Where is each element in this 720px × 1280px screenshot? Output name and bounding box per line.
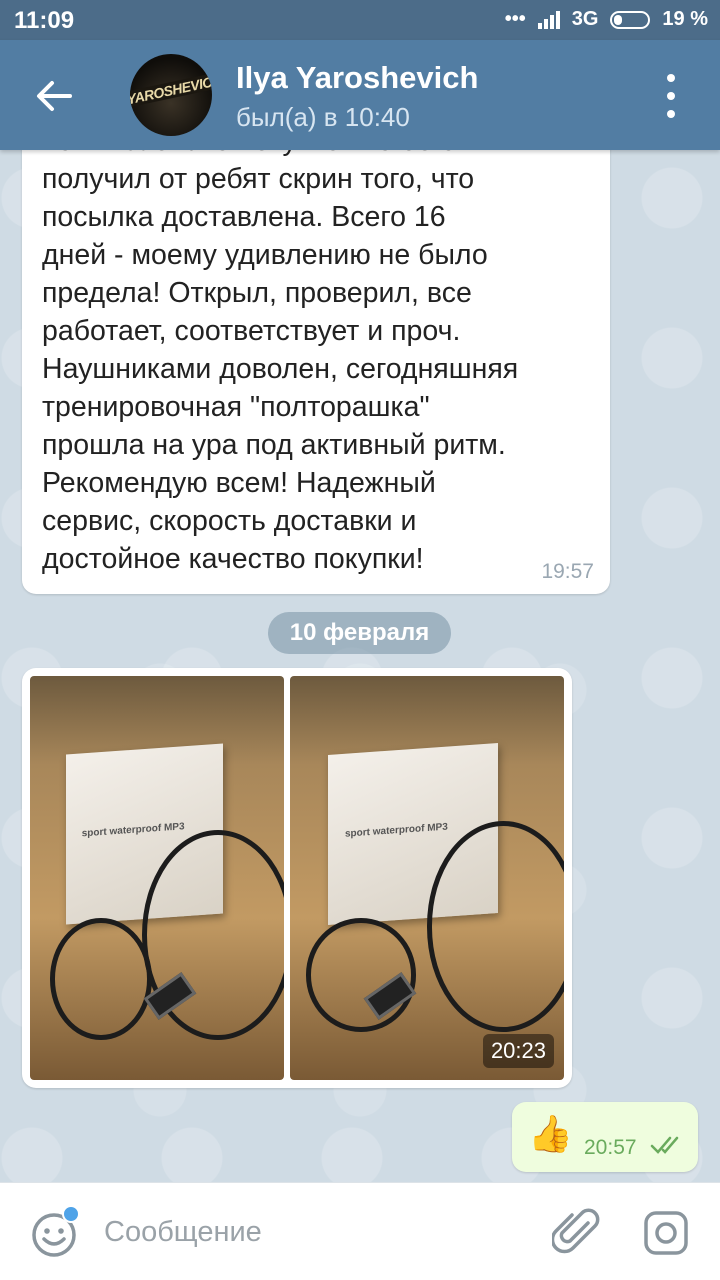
- outgoing-time: 20:57: [584, 1136, 637, 1159]
- message-text: почти забыл о покупке. Но 08.02 получил …: [42, 150, 519, 575]
- photo-album-message[interactable]: sport waterproof MP3 sport waterproof MP…: [22, 668, 572, 1088]
- incoming-message[interactable]: почти забыл о покупке. Но 08.02 получил …: [22, 150, 610, 594]
- network-type: 3G: [571, 8, 599, 30]
- chat-title[interactable]: Ilya Yaroshevich: [236, 60, 478, 96]
- headphone-cable: [427, 821, 564, 1032]
- photo-2[interactable]: sport waterproof MP3 20:23: [290, 676, 564, 1080]
- status-time: 11:09: [14, 7, 75, 34]
- message-input[interactable]: [104, 1209, 524, 1255]
- dots-icon: •••: [504, 8, 526, 30]
- status-indicators: ••• 3G 19 %: [505, 8, 708, 31]
- thumbs-up-emoji: 👍: [528, 1113, 573, 1154]
- emoji-badge-dot: [62, 1205, 80, 1223]
- usb-cable: [50, 918, 152, 1040]
- attach-icon[interactable]: [550, 1207, 602, 1257]
- status-bar: 11:09 ••• 3G 19 %: [0, 0, 720, 40]
- battery-percent: 19 %: [662, 8, 708, 30]
- signal-icon: [537, 10, 560, 29]
- double-check-icon: [650, 1136, 679, 1154]
- camera-icon[interactable]: [642, 1209, 690, 1257]
- photo-time: 20:23: [482, 1034, 554, 1068]
- back-arrow-icon[interactable]: [30, 72, 78, 120]
- message-time: 19:57: [541, 560, 594, 583]
- chat-header: YAROSHEVICH Ilya Yaroshevich был(а) в 10…: [0, 40, 720, 150]
- date-separator: 10 февраля: [268, 612, 451, 654]
- photo-1[interactable]: sport waterproof MP3: [30, 676, 284, 1080]
- message-input-bar: [0, 1182, 720, 1280]
- chat-area[interactable]: почти забыл о покупке. Но 08.02 получил …: [0, 150, 720, 1182]
- avatar[interactable]: YAROSHEVICH: [130, 54, 212, 136]
- more-vertical-icon[interactable]: [656, 74, 686, 118]
- last-seen-status: был(а) в 10:40: [236, 102, 410, 132]
- outgoing-message[interactable]: 👍 20:57: [512, 1102, 698, 1172]
- avatar-logo-text: YAROSHEVICH: [130, 72, 212, 108]
- battery-icon: [610, 10, 651, 29]
